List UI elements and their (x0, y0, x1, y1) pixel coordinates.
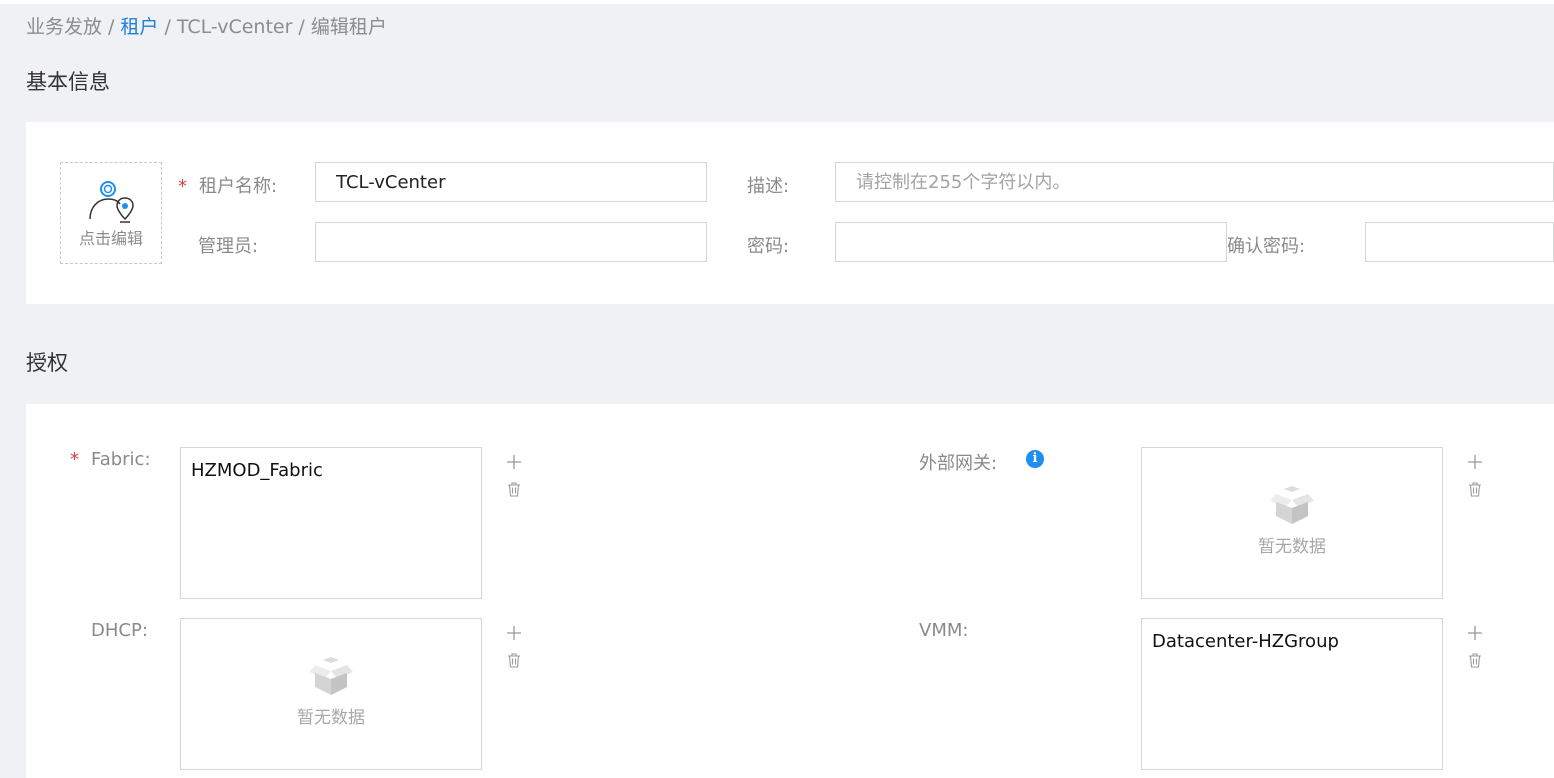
add-icon[interactable] (506, 625, 522, 641)
required-mark: * (70, 449, 79, 470)
list-item[interactable]: HZMOD_Fabric (191, 460, 323, 481)
tenant-name-input[interactable] (315, 162, 707, 202)
password-label: 密码: (747, 236, 790, 257)
dhcp-list[interactable]: 暂无数据 (180, 618, 482, 770)
authorization-title: 授权 (26, 351, 68, 375)
top-strip (0, 0, 1554, 4)
breadcrumb-item-business: 业务发放 (26, 16, 103, 38)
breadcrumb-item-edit-tenant: 编辑租户 (310, 16, 387, 38)
delete-icon[interactable] (1467, 652, 1483, 668)
breadcrumb-item-tenant[interactable]: 租户 (120, 16, 158, 38)
confirm-password-label: 确认密码: (1227, 236, 1306, 257)
add-icon[interactable] (1467, 454, 1483, 470)
breadcrumb: 业务发放 / 租户 / TCL-vCenter / 编辑租户 (26, 12, 387, 39)
empty-state: 暂无数据 (1142, 486, 1442, 557)
empty-state: 暂无数据 (181, 657, 481, 728)
required-mark: * (178, 176, 187, 197)
confirm-password-input[interactable] (1365, 222, 1554, 262)
info-icon[interactable]: i (1026, 450, 1044, 468)
basic-info-title: 基本信息 (26, 70, 110, 94)
password-input[interactable] (835, 222, 1227, 262)
external-gateway-list[interactable]: 暂无数据 (1141, 447, 1443, 599)
delete-icon[interactable] (506, 652, 522, 668)
tenant-name-label: * 租户名称: (178, 172, 277, 198)
external-gateway-label: 外部网关: (919, 453, 998, 474)
breadcrumb-item-tenant-name: TCL-vCenter (176, 16, 293, 38)
avatar-caption: 点击编辑 (78, 229, 143, 248)
add-icon[interactable] (1467, 625, 1483, 641)
user-location-icon (89, 181, 134, 223)
avatar-edit-button[interactable]: 点击编辑 (60, 162, 162, 264)
dhcp-label: DHCP: (91, 620, 148, 641)
breadcrumb-separator: / (164, 16, 171, 38)
delete-icon[interactable] (506, 481, 522, 497)
description-label: 描述: (747, 176, 790, 197)
tenant-name-label-text: 租户名称: (199, 176, 278, 197)
delete-icon[interactable] (1467, 481, 1483, 497)
add-icon[interactable] (506, 454, 522, 470)
fabric-list[interactable]: HZMOD_Fabric (180, 447, 482, 599)
empty-box-icon (1270, 486, 1314, 524)
breadcrumb-separator: / (298, 16, 305, 38)
basic-info-card (26, 122, 1554, 304)
empty-text: 暂无数据 (297, 708, 365, 728)
vmm-list[interactable]: Datacenter-HZGroup (1141, 618, 1443, 770)
description-input[interactable] (835, 162, 1554, 202)
list-item[interactable]: Datacenter-HZGroup (1152, 631, 1339, 652)
breadcrumb-separator: / (108, 16, 115, 38)
vmm-label: VMM: (919, 620, 969, 641)
empty-text: 暂无数据 (1258, 537, 1326, 557)
fabric-label-text: Fabric: (91, 449, 151, 470)
admin-label: 管理员: (198, 236, 259, 257)
admin-input[interactable] (315, 222, 707, 262)
fabric-label: * Fabric: (70, 449, 151, 470)
empty-box-icon (309, 657, 353, 695)
